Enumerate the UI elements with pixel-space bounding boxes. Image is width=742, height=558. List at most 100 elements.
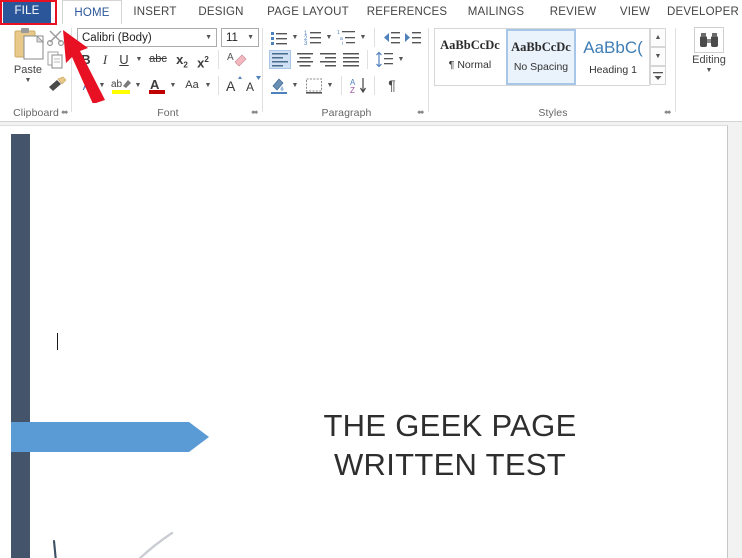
document-title-line-1: THE GEEK PAGE [323, 408, 577, 443]
strikethrough-button[interactable]: abc [147, 50, 169, 69]
text-effects-caret[interactable]: ▼ [97, 76, 107, 95]
group-divider [71, 28, 72, 112]
chevron-down-icon[interactable]: ▼ [205, 34, 212, 41]
paragraph-group-label: Paragraph [321, 107, 372, 119]
ribbon: Paste ▼ Clipboard ⬌ Calibri (Body) ▼ 11 … [0, 24, 742, 122]
document-title-line-2: WRITTEN TEST [333, 447, 567, 482]
chevron-down-icon[interactable]: ▼ [247, 34, 254, 41]
align-left-button[interactable] [269, 50, 291, 69]
paste-button[interactable]: Paste ▼ [6, 27, 50, 84]
superscript-index: 2 [204, 55, 209, 64]
para-row-divider [374, 28, 375, 47]
font-color-button[interactable]: A [147, 76, 167, 95]
style-no-spacing[interactable]: AaBbCcDc No Spacing [506, 29, 576, 85]
tab-mailings[interactable]: MAILINGS [454, 0, 538, 24]
styles-dialog-launcher[interactable]: ⬌ [664, 108, 673, 117]
show-formatting-marks-button[interactable]: ¶ [382, 76, 402, 95]
ribbon-group-styles: AaBbCcDc ¶ Normal AaBbCcDc No Spacing Aa… [430, 24, 676, 120]
text-effects-button[interactable]: A [78, 76, 96, 95]
styles-more-button[interactable] [650, 66, 666, 85]
underline-dropdown-caret[interactable]: ▼ [134, 50, 144, 69]
binoculars-icon [694, 27, 724, 53]
tab-references[interactable]: REFERENCES [364, 0, 450, 24]
copy-icon[interactable] [46, 51, 68, 71]
bullets-button[interactable] [269, 28, 289, 47]
numbering-button[interactable]: 1 2 3 [303, 28, 323, 47]
svg-text:i: i [342, 41, 343, 47]
tab-insert[interactable]: INSERT [124, 0, 186, 24]
sort-button[interactable]: A Z [349, 76, 369, 95]
font-name-combobox[interactable]: Calibri (Body) ▼ [77, 28, 217, 47]
decorative-vertical-bar [11, 134, 30, 558]
style-preview: AaBbC( [583, 38, 643, 57]
align-right-button[interactable] [318, 50, 338, 69]
bold-button[interactable]: B [78, 50, 94, 69]
style-preview: AaBbCcDc [440, 38, 500, 52]
tab-page-layout[interactable]: PAGE LAYOUT [256, 0, 360, 24]
font-row-divider [218, 50, 219, 69]
font-dialog-launcher[interactable]: ⬌ [251, 108, 260, 117]
multilevel-caret[interactable]: ▼ [358, 28, 368, 47]
change-case-button[interactable]: Aa [181, 76, 203, 95]
line-spacing-button[interactable] [375, 50, 395, 69]
paste-icon [11, 27, 45, 63]
font-name-value: Calibri (Body) [82, 32, 152, 44]
paste-dropdown-caret[interactable]: ▼ [6, 77, 50, 84]
highlight-color-caret[interactable]: ▼ [133, 76, 143, 95]
tab-view[interactable]: VIEW [608, 0, 662, 24]
format-painter-icon[interactable] [46, 76, 68, 96]
underline-button[interactable]: U [116, 50, 132, 69]
font-size-value: 11 [226, 32, 238, 44]
grow-font-button[interactable]: A [225, 76, 243, 95]
multilevel-list-button[interactable]: 1 a i [337, 28, 357, 47]
document-title[interactable]: THE GEEK PAGE WRITTEN TEST [230, 406, 670, 484]
increase-indent-button[interactable] [403, 28, 423, 47]
para-row-divider-4 [374, 76, 375, 95]
borders-caret[interactable]: ▼ [325, 76, 335, 95]
decorative-grass-graphic [0, 481, 200, 558]
tab-file[interactable]: FILE [3, 0, 51, 23]
styles-scroll-up-button[interactable]: ▲ [650, 28, 666, 47]
para-row-divider-2 [367, 50, 368, 69]
document-page[interactable]: THE GEEK PAGE WRITTEN TEST Name of Candi… [0, 125, 728, 558]
svg-text:A: A [150, 77, 160, 92]
italic-button[interactable]: I [97, 50, 113, 69]
cut-scissors-icon[interactable] [46, 28, 68, 48]
editing-dropdown-caret[interactable]: ▼ [687, 67, 731, 74]
align-center-button[interactable] [295, 50, 315, 69]
svg-text:A: A [227, 52, 234, 63]
justify-button[interactable] [341, 50, 361, 69]
numbering-caret[interactable]: ▼ [324, 28, 334, 47]
clear-formatting-button[interactable]: A [225, 50, 249, 69]
subscript-button[interactable]: x2 [173, 50, 191, 70]
tab-design[interactable]: DESIGN [190, 0, 252, 24]
shading-caret[interactable]: ▼ [290, 76, 300, 95]
tab-review[interactable]: REVIEW [542, 0, 604, 24]
document-canvas: THE GEEK PAGE WRITTEN TEST Name of Candi… [0, 122, 742, 558]
text-highlight-color-button[interactable]: ab [110, 76, 132, 95]
svg-text:Z: Z [350, 86, 355, 95]
tab-home[interactable]: HOME [62, 0, 122, 25]
font-color-caret[interactable]: ▼ [168, 76, 178, 95]
shading-button[interactable] [269, 76, 289, 95]
style-heading-1[interactable]: AaBbC( Heading 1 [578, 29, 648, 85]
tab-developer[interactable]: DEVELOPER [664, 0, 742, 24]
decrease-indent-button[interactable] [381, 28, 401, 47]
ribbon-tab-bar: FILE HOME INSERT DESIGN PAGE LAYOUT REFE… [0, 0, 742, 25]
bullets-caret[interactable]: ▼ [290, 28, 300, 47]
editing-button[interactable]: Editing ▼ [687, 27, 731, 74]
line-spacing-caret[interactable]: ▼ [396, 50, 406, 69]
font-size-combobox[interactable]: 11 ▼ [221, 28, 259, 47]
superscript-button[interactable]: x2 [194, 50, 212, 70]
borders-button[interactable] [304, 76, 324, 95]
clipboard-dialog-launcher[interactable]: ⬌ [61, 108, 70, 117]
styles-scroll-down-button[interactable]: ▼ [650, 47, 666, 66]
text-cursor [57, 333, 58, 350]
style-normal[interactable]: AaBbCcDc ¶ Normal [435, 29, 505, 85]
subscript-index: 2 [183, 60, 188, 70]
ribbon-group-clipboard: Paste ▼ Clipboard ⬌ [0, 24, 72, 120]
paragraph-dialog-launcher[interactable]: ⬌ [417, 108, 426, 117]
svg-text:A: A [246, 80, 254, 94]
shrink-font-button[interactable]: A [244, 76, 262, 95]
change-case-caret[interactable]: ▼ [203, 76, 213, 95]
